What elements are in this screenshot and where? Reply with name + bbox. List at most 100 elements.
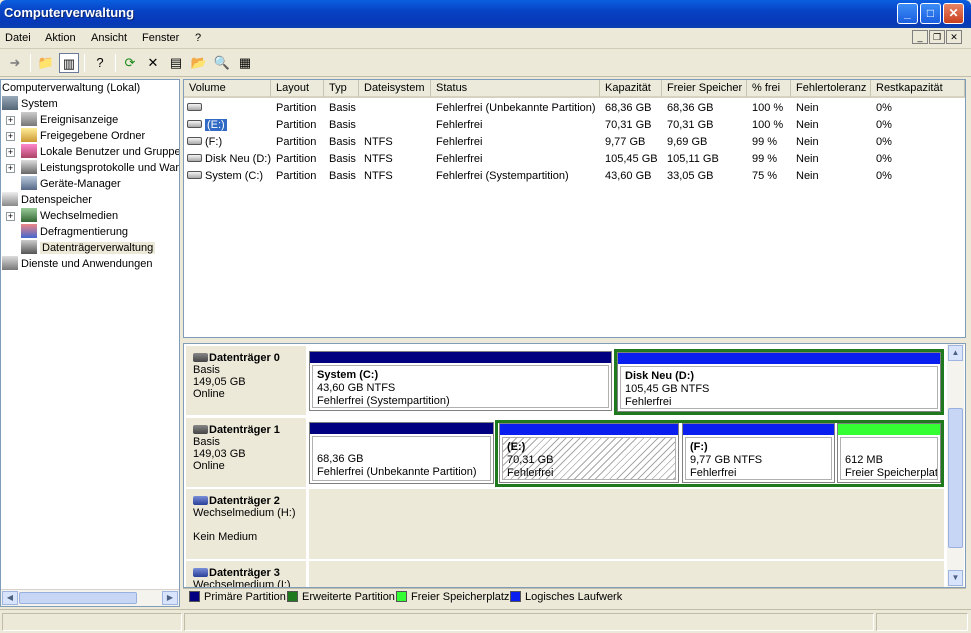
col-header-kapazitaet[interactable]: Kapazität	[600, 80, 662, 98]
expand-icon[interactable]: +	[6, 132, 15, 141]
volume-free-space[interactable]: 612 MB Freier Speicherplatz	[837, 423, 941, 483]
close-button[interactable]: ✕	[943, 3, 964, 24]
graph-vertical-scrollbar[interactable]: ▲ ▼	[947, 344, 964, 587]
child-close-button[interactable]: ✕	[946, 30, 962, 44]
minimize-button[interactable]: _	[897, 3, 918, 24]
delete-icon[interactable]: ✕	[143, 53, 163, 73]
maximize-button[interactable]: □	[920, 3, 941, 24]
up-folder-icon[interactable]: 📁	[36, 53, 56, 73]
volume-unknown-partition[interactable]: 68,36 GB Fehlerfrei (Unbekannte Partitio…	[309, 422, 494, 484]
tree-node-dienste[interactable]: Dienste und Anwendungen	[2, 256, 153, 272]
table-row[interactable]: (F:) Partition Basis NTFS Fehlerfrei 9,77 GB 9…	[184, 134, 965, 151]
table-cell: Basis	[329, 170, 356, 182]
device-manager-icon	[21, 176, 37, 190]
expand-icon[interactable]: +	[6, 212, 15, 221]
volume-icon	[187, 120, 202, 128]
disk-2-label[interactable]: Datenträger 2 Wechselmedium (H:) Kein Me…	[186, 489, 306, 559]
volume-e[interactable]: (E:) 70,31 GB Fehlerfrei	[499, 423, 679, 483]
navigation-tree[interactable]: Computerverwaltung (Lokal) System + Erei…	[0, 79, 180, 607]
table-cell: 75 %	[752, 170, 778, 182]
table-row[interactable]: (E:) Partition Basis Fehlerfrei 70,31 GB 70,3…	[184, 117, 965, 134]
scroll-left-icon[interactable]: ◀	[2, 591, 18, 605]
table-row[interactable]: Partition Basis Fehlerfrei (Unbekannte Par…	[184, 100, 965, 117]
table-cell: Nein	[796, 119, 819, 131]
disk-2-empty-area[interactable]	[309, 489, 944, 559]
search-icon[interactable]: 🔍	[212, 53, 232, 73]
table-row[interactable]: Disk Neu (D:) Partition Basis NTFS Fehlerfre…	[184, 151, 965, 168]
removable-storage-icon	[21, 208, 37, 222]
tree-node-datenspeicher[interactable]: Datenspeicher	[2, 192, 92, 208]
scroll-right-icon[interactable]: ▶	[162, 591, 178, 605]
tree-node-datentraegerverwaltung[interactable]: Datenträgerverwaltung	[21, 240, 156, 256]
users-icon	[21, 144, 37, 158]
table-cell: 0%	[876, 153, 892, 165]
volume-f[interactable]: (F:) 9,77 GB NTFS Fehlerfrei	[682, 423, 835, 483]
tree-horizontal-scrollbar[interactable]: ◀ ▶	[1, 589, 179, 606]
tree-node-freigegebene-ordner[interactable]: Freigegebene Ordner	[21, 128, 145, 144]
table-cell: Disk Neu (D:)	[187, 151, 271, 168]
child-restore-button[interactable]: ❐	[929, 30, 945, 44]
disk-graphic-view[interactable]: Datenträger 0 Basis 149,05 GB Online Sys…	[183, 343, 966, 588]
col-header-dateisystem[interactable]: Dateisystem	[359, 80, 431, 98]
volume-disk-neu-d[interactable]: Disk Neu (D:) 105,45 GB NTFS Fehlerfrei	[617, 352, 941, 412]
volume-icon	[187, 154, 202, 162]
volume-list[interactable]: Volume Layout Typ Dateisystem Status Kap…	[183, 79, 966, 338]
event-viewer-icon	[21, 112, 37, 126]
disk-0-label[interactable]: Datenträger 0 Basis 149,05 GB Online	[186, 346, 306, 415]
col-header-prozent-frei[interactable]: % frei	[747, 80, 791, 98]
back-arrow-icon[interactable]: ➜	[5, 53, 25, 73]
tree-node-computerverwaltung[interactable]: Computerverwaltung (Lokal)	[2, 80, 140, 96]
col-header-layout[interactable]: Layout	[271, 80, 324, 98]
menu-aktion[interactable]: Aktion	[45, 32, 76, 44]
menu-datei[interactable]: Datei	[5, 32, 31, 44]
tree-node-ereignisanzeige[interactable]: Ereignisanzeige	[21, 112, 118, 128]
child-minimize-button[interactable]: _	[912, 30, 928, 44]
col-header-volume[interactable]: Volume	[184, 80, 271, 98]
tree-node-geraete-manager[interactable]: Geräte-Manager	[21, 176, 121, 192]
refresh-icon[interactable]: ⟳	[120, 53, 140, 73]
col-header-fehlertoleranz[interactable]: Fehlertoleranz	[791, 80, 871, 98]
col-header-status[interactable]: Status	[431, 80, 600, 98]
tree-node-leistungsprotokolle[interactable]: Leistungsprotokolle und Warnungen	[21, 160, 179, 176]
disk-1-label[interactable]: Datenträger 1 Basis 149,03 GB Online	[186, 418, 306, 487]
table-cell: Fehlerfrei	[436, 153, 483, 165]
disk-3-label[interactable]: Datenträger 3 Wechselmedium (I:)	[186, 561, 306, 587]
show-tree-icon[interactable]: ▥	[59, 53, 79, 73]
title-bar[interactable]: Computerverwaltung _ □ ✕	[0, 0, 971, 28]
col-header-restkapazitaet[interactable]: Restkapazität	[871, 80, 965, 98]
col-header-typ[interactable]: Typ	[324, 80, 359, 98]
expand-icon[interactable]: +	[6, 116, 15, 125]
volume-icon	[187, 103, 202, 111]
scroll-down-icon[interactable]: ▼	[948, 570, 963, 586]
legend-extended: Erweiterte Partition	[287, 591, 395, 604]
table-cell: 70,31 GB	[667, 119, 714, 131]
table-cell: Basis	[329, 136, 356, 148]
table-cell: 105,11 GB	[667, 153, 719, 165]
table-cell: 0%	[876, 119, 892, 131]
table-cell: Nein	[796, 153, 819, 165]
menu-ansicht[interactable]: Ansicht	[91, 32, 127, 44]
table-cell: Fehlerfrei	[436, 136, 483, 148]
menu-help[interactable]: ?	[195, 32, 201, 44]
open-folder-icon[interactable]: 📂	[189, 53, 209, 73]
disk-3-empty-area[interactable]	[309, 561, 944, 587]
tree-node-lokale-benutzer[interactable]: Lokale Benutzer und Gruppen	[21, 144, 179, 160]
expand-icon[interactable]: +	[6, 164, 15, 173]
tree-node-wechselmedien[interactable]: Wechselmedien	[21, 208, 118, 224]
scroll-thumb[interactable]	[19, 592, 137, 604]
services-icon	[2, 256, 18, 270]
table-row[interactable]: System (C:) Partition Basis NTFS Fehlerfrei …	[184, 168, 965, 185]
properties-icon[interactable]: ▤	[166, 53, 186, 73]
defrag-icon	[21, 224, 37, 238]
disk-settings-icon[interactable]: ▦	[235, 53, 255, 73]
col-header-freier-speicher[interactable]: Freier Speicher	[662, 80, 747, 98]
properties-help-icon[interactable]: ?	[90, 53, 110, 73]
expand-icon[interactable]: +	[6, 148, 15, 157]
menu-fenster[interactable]: Fenster	[142, 32, 179, 44]
table-cell: NTFS	[364, 136, 393, 148]
tree-node-system[interactable]: System	[2, 96, 58, 112]
volume-system-c[interactable]: System (C:) 43,60 GB NTFS Fehlerfrei (Sy…	[309, 351, 612, 411]
scroll-thumb[interactable]	[948, 408, 963, 548]
tree-node-defragmentierung[interactable]: Defragmentierung	[21, 224, 128, 240]
scroll-up-icon[interactable]: ▲	[948, 345, 963, 361]
